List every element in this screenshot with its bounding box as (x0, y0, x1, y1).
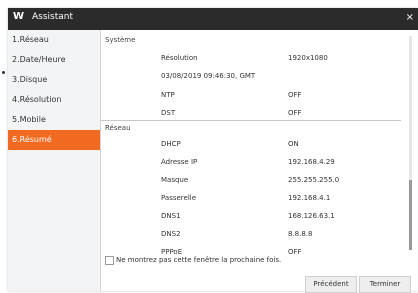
resolution-value: 1920x1080 (288, 54, 328, 62)
dns2-value: 8.8.8.8 (288, 230, 313, 238)
mask-label: Masque (161, 176, 189, 184)
sidebar-item-disque[interactable]: 3.Disque (8, 70, 100, 90)
ip-address-label: Adresse IP (161, 158, 198, 166)
app-logo-icon: W (13, 11, 25, 22)
sidebar-item-resolution[interactable]: 4.Résolution (8, 90, 100, 110)
dont-show-again-label: Ne montrez pas cette fenêtre la prochain… (116, 256, 282, 264)
dst-label: DST (161, 109, 176, 117)
gateway-value: 192.168.4.1 (288, 194, 331, 202)
ntp-value: OFF (288, 91, 302, 99)
dhcp-value: ON (288, 140, 299, 148)
scrollbar-thumb[interactable] (409, 180, 412, 250)
window-title: Assistant (32, 12, 74, 22)
datetime-label: 03/08/2019 09:46:30, GMT (161, 72, 256, 80)
sidebar-item-date-heure[interactable]: 2.Date/Heure (8, 50, 100, 70)
previous-button[interactable]: Précédent (305, 276, 357, 293)
close-icon[interactable]: × (406, 12, 414, 23)
bullet-dot (2, 71, 5, 74)
sidebar: 1.Réseau 2.Date/Heure 3.Disque 4.Résolut… (8, 30, 101, 291)
pppoe-value: OFF (288, 248, 302, 256)
section-divider (101, 120, 401, 121)
dns1-value: 168.126.63.1 (288, 212, 335, 220)
dhcp-label: DHCP (161, 140, 181, 148)
pppoe-label: PPPoE (161, 248, 183, 256)
dont-show-again-checkbox[interactable] (105, 256, 114, 265)
gateway-label: Passerelle (161, 194, 197, 202)
assistant-window: W Assistant × 1.Réseau 2.Date/Heure 3.Di… (8, 8, 418, 293)
dns2-label: DNS2 (161, 230, 181, 238)
system-section-heading: Système (105, 36, 136, 44)
dns1-label: DNS1 (161, 212, 181, 220)
network-section-heading: Réseau (105, 124, 131, 132)
ntp-label: NTP (161, 91, 175, 99)
title-bar: W Assistant × (8, 8, 418, 30)
dst-value: OFF (288, 109, 302, 117)
finish-button[interactable]: Terminer (359, 276, 411, 293)
resolution-label: Résolution (161, 54, 198, 62)
sidebar-item-mobile[interactable]: 5.Mobile (8, 110, 100, 130)
summary-panel: Système Résolution 1920x1080 03/08/2019 … (101, 30, 418, 293)
ip-address-value: 192.168.4.29 (288, 158, 335, 166)
sidebar-item-reseau[interactable]: 1.Réseau (8, 30, 100, 50)
mask-value: 255.255.255.0 (288, 176, 340, 184)
sidebar-item-resume[interactable]: 6.Résumé (8, 130, 100, 150)
